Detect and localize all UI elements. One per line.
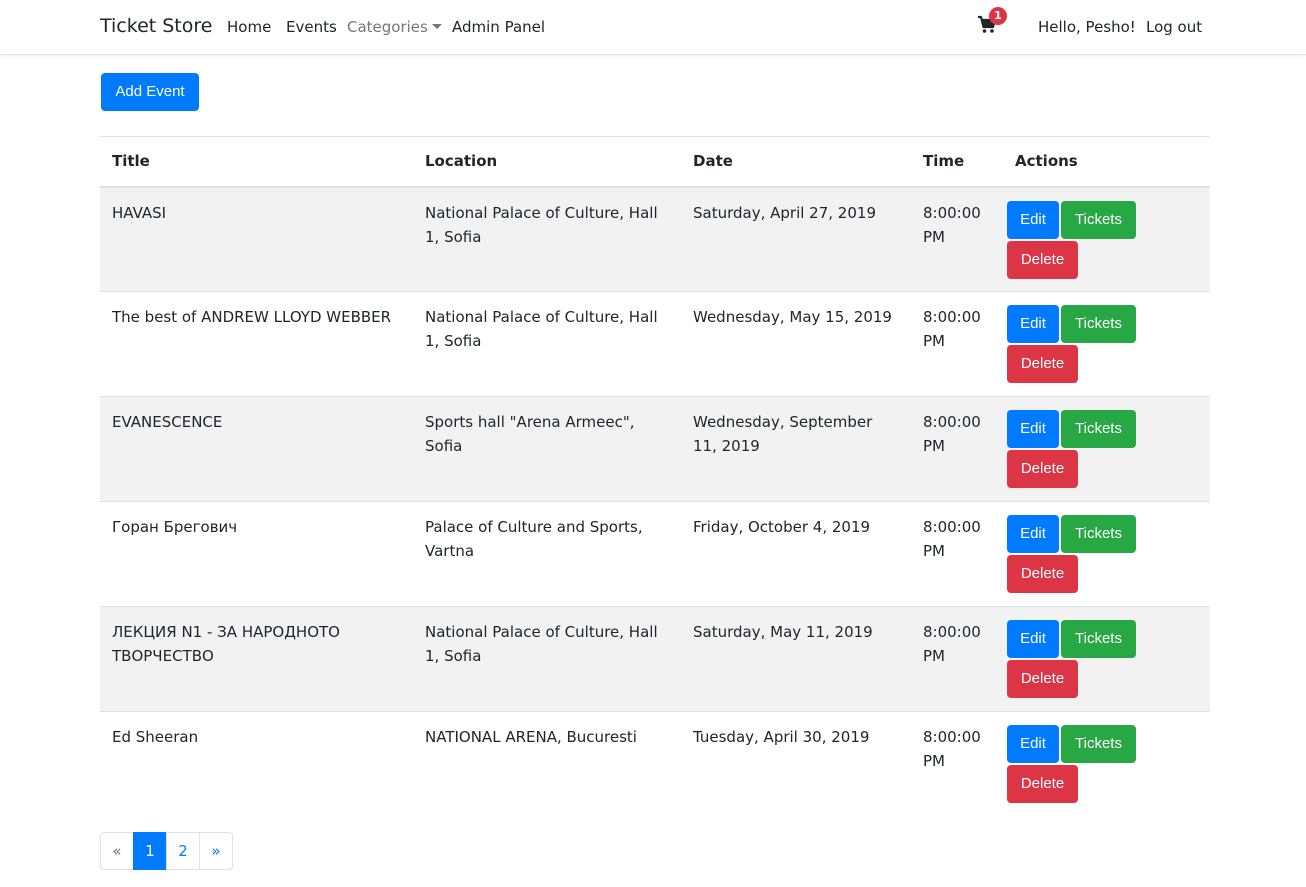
edit-button[interactable]: Edit: [1007, 515, 1059, 553]
event-title: Горан Брегович: [100, 501, 413, 607]
tickets-button[interactable]: Tickets: [1061, 515, 1136, 553]
pagination-page-2[interactable]: 2: [166, 832, 200, 870]
edit-button[interactable]: Edit: [1007, 725, 1059, 763]
table-header-row: Title Location Date Time Actions: [100, 136, 1210, 188]
delete-button[interactable]: Delete: [1007, 660, 1078, 698]
pagination-prev[interactable]: «: [100, 832, 134, 870]
event-time: 8:00:00 PM: [911, 396, 1003, 502]
table-row: Горан Брегович Palace of Culture and Spo…: [100, 501, 1210, 607]
tickets-button[interactable]: Tickets: [1061, 305, 1136, 343]
event-actions: Edit Tickets Delete: [1003, 501, 1210, 607]
cart-count-badge: 1: [989, 7, 1007, 25]
edit-button[interactable]: Edit: [1007, 200, 1059, 239]
table-row: The best of ANDREW LLOYD WEBBER National…: [100, 291, 1210, 397]
event-location: Palace of Culture and Sports, Vartna: [413, 501, 681, 607]
event-time: 8:00:00 PM: [911, 606, 1003, 712]
event-location: National Palace of Culture, Hall 1, Sofi…: [425, 203, 658, 246]
event-time: 8:00:00 PM: [911, 711, 1003, 817]
header-location: Location: [413, 136, 681, 188]
header-actions: Actions: [1003, 136, 1210, 188]
event-actions: Edit Tickets Delete: [1003, 291, 1210, 397]
navbar: Ticket Store Home Events Categories Admi…: [0, 0, 1306, 55]
user-greeting: Hello, Pesho!: [1038, 18, 1136, 36]
pagination-page-1[interactable]: 1: [133, 832, 167, 870]
nav-categories-dropdown[interactable]: Categories: [347, 18, 442, 36]
event-location: National Palace of Culture, Hall 1, Sofi…: [413, 606, 681, 712]
event-title: HAVASI: [112, 203, 167, 222]
event-title: The best of ANDREW LLOYD WEBBER: [100, 291, 413, 397]
delete-button[interactable]: Delete: [1007, 450, 1078, 488]
event-actions: Edit Tickets Delete: [1003, 711, 1210, 817]
event-title: ЛЕКЦИЯ N1 - ЗА НАРОДНОТО ТВОРЧЕСТВО: [100, 606, 413, 712]
nav-events[interactable]: Events: [286, 18, 337, 36]
event-actions: Edit Tickets Delete: [1003, 606, 1210, 712]
caret-down-icon: [431, 24, 442, 29]
add-event-button[interactable]: Add Event: [101, 73, 199, 111]
brand-link[interactable]: Ticket Store: [100, 15, 212, 37]
table-row: EVANESCENCE Sports hall "Arena Armeec", …: [100, 396, 1210, 502]
event-actions: Edit Tickets Delete: [1003, 396, 1210, 502]
event-time: 8:00:00 PM: [911, 291, 1003, 397]
event-location: Sports hall "Arena Armeec", Sofia: [413, 396, 681, 502]
header-date: Date: [681, 136, 911, 188]
tickets-button[interactable]: Tickets: [1061, 410, 1136, 448]
header-time: Time: [911, 136, 1003, 188]
table-row: HAVASI National Palace of Culture, Hall …: [100, 186, 1210, 292]
nav-home[interactable]: Home: [227, 18, 271, 36]
event-actions: Edit Tickets Delete: [1003, 187, 1210, 292]
event-date: Tuesday, April 30, 2019: [681, 711, 911, 817]
edit-button[interactable]: Edit: [1007, 305, 1059, 343]
event-time: 8:00:00 PM: [923, 203, 981, 246]
edit-button[interactable]: Edit: [1007, 410, 1059, 448]
edit-button[interactable]: Edit: [1007, 620, 1059, 658]
nav-admin-panel[interactable]: Admin Panel: [452, 18, 545, 36]
tickets-button[interactable]: Tickets: [1061, 725, 1136, 763]
event-date: Friday, October 4, 2019: [681, 501, 911, 607]
pagination: « 1 2 »: [100, 832, 233, 870]
event-date: Wednesday, September 11, 2019: [681, 396, 911, 502]
nav-categories-label: Categories: [347, 18, 428, 36]
delete-button[interactable]: Delete: [1007, 240, 1078, 279]
delete-button[interactable]: Delete: [1007, 555, 1078, 593]
event-time: 8:00:00 PM: [911, 501, 1003, 607]
tickets-button[interactable]: Tickets: [1061, 620, 1136, 658]
delete-button[interactable]: Delete: [1007, 765, 1078, 803]
events-table: Title Location Date Time Actions HAVASI …: [100, 136, 1210, 817]
event-location: National Palace of Culture, Hall 1, Sofi…: [413, 291, 681, 397]
event-date: Saturday, May 11, 2019: [681, 606, 911, 712]
delete-button[interactable]: Delete: [1007, 345, 1078, 383]
logout-link[interactable]: Log out: [1146, 18, 1202, 36]
header-title: Title: [100, 136, 413, 188]
event-title: Ed Sheeran: [100, 711, 413, 817]
table-row: ЛЕКЦИЯ N1 - ЗА НАРОДНОТО ТВОРЧЕСТВО Nati…: [100, 606, 1210, 712]
event-title: EVANESCENCE: [100, 396, 413, 502]
event-date: Saturday, April 27, 2019: [693, 203, 876, 222]
table-row: Ed Sheeran NATIONAL ARENA, Bucuresti Tue…: [100, 711, 1210, 817]
pagination-next[interactable]: »: [199, 832, 233, 870]
event-date: Wednesday, May 15, 2019: [681, 291, 911, 397]
event-location: NATIONAL ARENA, Bucuresti: [413, 711, 681, 817]
tickets-button[interactable]: Tickets: [1061, 200, 1136, 239]
